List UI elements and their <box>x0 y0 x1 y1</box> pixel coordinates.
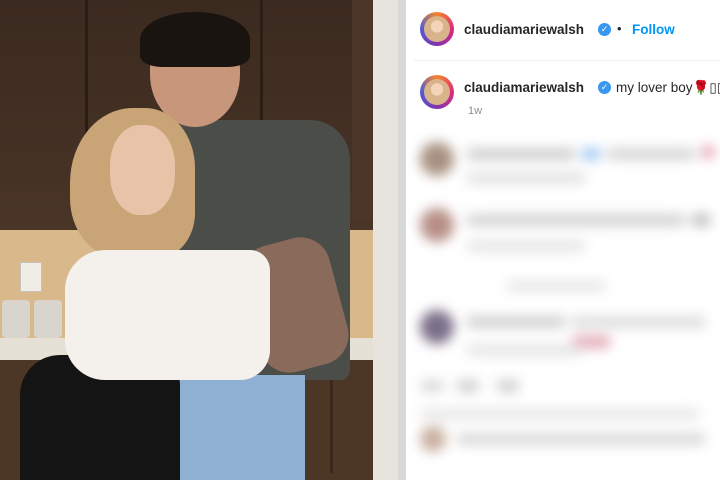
woman-face <box>110 125 175 215</box>
caption: my lover boy🌹▯▯▯ <box>616 80 720 96</box>
comment-line <box>420 408 700 420</box>
separator-dot: • <box>617 21 622 36</box>
verified-badge-icon: ✓ <box>598 23 611 36</box>
comment-line <box>466 344 586 356</box>
comment-line <box>606 148 696 160</box>
comment-avatar <box>420 426 446 452</box>
woman-sweater <box>65 250 270 380</box>
post-header: claudiamariewalsh ✓ • Follow <box>414 0 720 61</box>
canister <box>34 300 62 338</box>
post-photo[interactable] <box>0 0 398 480</box>
blurred-comments <box>406 130 720 480</box>
comment-line <box>466 316 566 328</box>
wall-edge <box>373 0 398 480</box>
post-sidebar: claudiamariewalsh ✓ • Follow claudiamari… <box>398 0 720 480</box>
comment-avatar <box>420 310 454 344</box>
comment-line <box>691 214 711 226</box>
rose-emoji-icon: 🌹 <box>692 80 710 95</box>
caption-username[interactable]: claudiamariewalsh <box>464 80 584 95</box>
caption-avatar[interactable] <box>420 75 454 109</box>
comment-line <box>496 380 520 392</box>
caption-text: my lover boy <box>616 80 693 95</box>
comment-avatar <box>420 142 454 176</box>
header-username[interactable]: claudiamariewalsh <box>464 22 584 37</box>
verified-badge-icon: ✓ <box>598 81 611 94</box>
wall-outlet <box>20 262 42 292</box>
comment-line <box>466 214 686 226</box>
avatar[interactable] <box>420 12 454 46</box>
cabinet-door-seam <box>330 378 333 473</box>
comment-line <box>506 280 606 292</box>
unrendered-emoji-boxes: ▯▯▯ <box>709 80 720 95</box>
comment-line <box>581 148 601 160</box>
comment-line <box>701 146 715 158</box>
comment-line <box>571 316 706 328</box>
comment-line <box>456 380 480 392</box>
comment-avatar <box>420 208 454 242</box>
comment-line <box>466 172 586 184</box>
man-hair <box>140 12 250 67</box>
follow-button[interactable]: Follow <box>632 22 675 37</box>
comment-line <box>466 240 586 252</box>
comment-line <box>420 380 444 392</box>
comment-line <box>456 433 706 445</box>
comment-line <box>466 148 576 160</box>
post-timestamp[interactable]: 1w <box>468 105 482 117</box>
canister <box>2 300 30 338</box>
